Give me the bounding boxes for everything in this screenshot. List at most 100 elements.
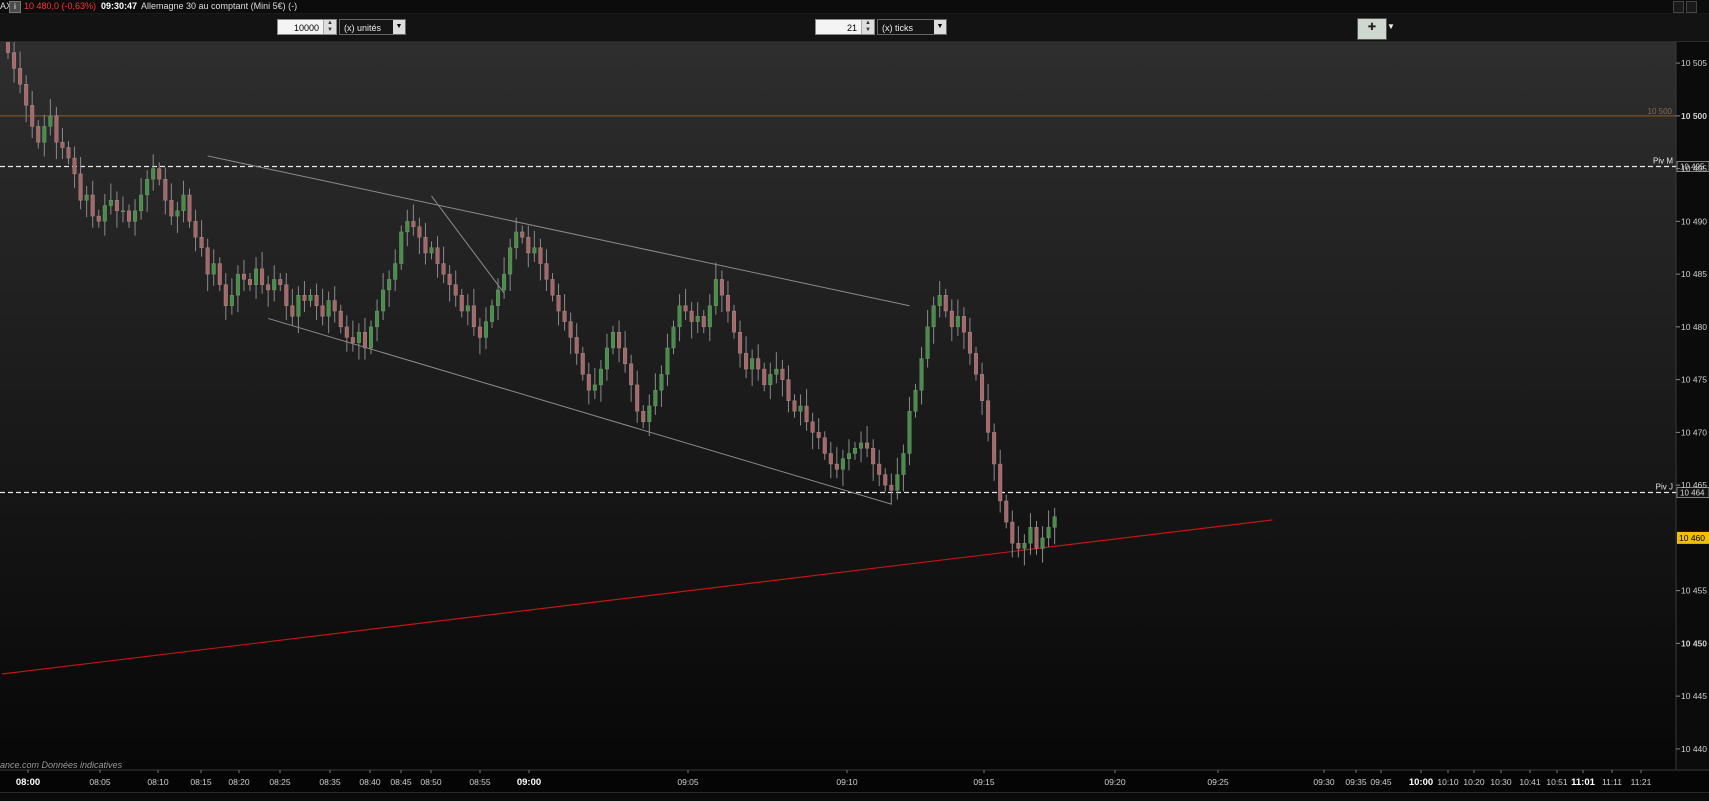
candle-down xyxy=(114,200,119,212)
chart-canvas[interactable]: 10 500Piv M10 495Piv J10 464 10 50510 50… xyxy=(0,42,1709,800)
candle-down xyxy=(556,295,561,312)
candle-down xyxy=(810,421,815,433)
time-tick-label: 08:55 xyxy=(469,777,491,787)
pivot-label: Piv M xyxy=(1653,156,1673,165)
candle-up xyxy=(254,268,259,285)
candle-up xyxy=(393,263,398,280)
chevron-down-icon[interactable]: ▼ xyxy=(1387,22,1395,31)
candle-down xyxy=(943,295,948,312)
quantity-spinner-icon[interactable]: ▲ ▼ xyxy=(323,20,336,34)
candle-down xyxy=(834,463,839,470)
minimize-icon[interactable] xyxy=(1673,1,1684,13)
time-tick-label: 10:10 xyxy=(1437,777,1459,787)
candle-down xyxy=(284,284,289,306)
time-tick-label: 08:25 xyxy=(269,777,291,787)
candle-up xyxy=(707,305,712,328)
candle-down xyxy=(961,316,966,333)
candle-up xyxy=(665,347,670,375)
candle-down xyxy=(786,379,791,401)
time-tick-label: 11:01 xyxy=(1571,777,1595,788)
candle-down xyxy=(278,279,283,285)
candle-down xyxy=(241,273,246,280)
plot-background xyxy=(0,42,1676,770)
candle-up xyxy=(840,458,845,470)
candle-down xyxy=(780,368,785,380)
drawing-tools-icon[interactable]: ✚ xyxy=(1357,18,1387,40)
candle-down xyxy=(350,337,355,343)
candle-up xyxy=(229,295,234,306)
candle-up xyxy=(1040,537,1045,549)
candle-down xyxy=(223,284,228,306)
candle-down xyxy=(247,279,252,285)
period-spinner-icon[interactable]: ▲ ▼ xyxy=(861,20,874,34)
candle-up xyxy=(272,279,277,291)
candle-down xyxy=(526,236,531,254)
close-icon[interactable] xyxy=(1686,1,1697,13)
time-tick-label: 08:15 xyxy=(190,777,212,787)
candle-down xyxy=(865,442,870,449)
price-tick-label: 10 455 xyxy=(1681,586,1707,596)
candle-down xyxy=(447,273,452,285)
candle-up xyxy=(326,300,331,317)
candle-down xyxy=(126,210,131,222)
time-tick-label: 09:45 xyxy=(1370,777,1392,787)
quantity-unit-select[interactable]: (x) unités ▼ xyxy=(339,19,406,35)
candle-down xyxy=(574,337,579,354)
candle-up xyxy=(139,194,144,212)
candle-up xyxy=(677,305,682,328)
quantity-value: 10000 xyxy=(293,23,319,33)
candle-up xyxy=(846,453,851,459)
candle-up xyxy=(42,126,47,143)
candle-up xyxy=(496,289,501,306)
candle-down xyxy=(562,310,567,322)
candle-down xyxy=(1034,527,1039,549)
candle-down xyxy=(435,247,440,264)
current-price-text: 10 460 xyxy=(1679,533,1705,543)
candle-down xyxy=(641,411,646,423)
candle-down xyxy=(629,363,634,386)
quantity-input[interactable]: 10000 ▲ ▼ xyxy=(277,19,337,35)
candle-down xyxy=(732,310,737,333)
candle-down xyxy=(792,400,797,412)
candle-up xyxy=(48,115,53,127)
candle-up xyxy=(1028,527,1033,544)
price-tick-label: 10 440 xyxy=(1681,744,1707,754)
candle-down xyxy=(169,200,174,217)
candle-up xyxy=(592,384,597,391)
candle-down xyxy=(623,347,628,364)
time-tick-label: 10:20 xyxy=(1463,777,1485,787)
current-time: 09:30:47 xyxy=(101,1,138,11)
time-tick-label: 09:20 xyxy=(1104,777,1126,787)
candle-up xyxy=(151,168,156,180)
candle-down xyxy=(24,84,29,106)
candle-up xyxy=(84,194,89,201)
candle-down xyxy=(804,405,809,423)
time-tick-label: 09:15 xyxy=(973,777,995,787)
candle-up xyxy=(532,247,537,254)
period-input[interactable]: 21 ▲ ▼ xyxy=(815,19,875,35)
period-unit-select[interactable]: (x) ticks ▼ xyxy=(877,19,947,35)
candle-down xyxy=(762,368,767,386)
candle-down xyxy=(417,226,422,238)
candle-down xyxy=(520,231,525,238)
candle-down xyxy=(586,374,591,391)
candle-down xyxy=(193,221,198,238)
price-tick-label: 10 450 xyxy=(1681,638,1707,648)
title-bar: AX i 10 480,0 (-0,63%) 09:30:47 Allemagn… xyxy=(0,0,1709,14)
candle-up xyxy=(387,279,392,291)
candle-up xyxy=(901,453,906,475)
candle-up xyxy=(102,205,107,222)
candle-down xyxy=(332,300,337,312)
candle-up xyxy=(1022,542,1027,549)
price-tick-label: 10 485 xyxy=(1681,269,1707,279)
info-icon[interactable]: i xyxy=(9,1,21,13)
time-tick-label: 08:50 xyxy=(420,777,442,787)
time-tick-label: 09:05 xyxy=(677,777,699,787)
price-chart[interactable]: 10 500 Piv M 10 495 Piv J 10 464 10 505 10 50… xyxy=(0,42,1709,800)
candle-down xyxy=(30,105,35,127)
candle-down xyxy=(738,331,743,354)
candle-up xyxy=(931,305,936,328)
time-tick-label: 08:40 xyxy=(359,777,381,787)
instrument-name: Allemagne 30 au comptant (Mini 5€) (-) xyxy=(141,1,298,11)
candle-down xyxy=(756,358,761,370)
